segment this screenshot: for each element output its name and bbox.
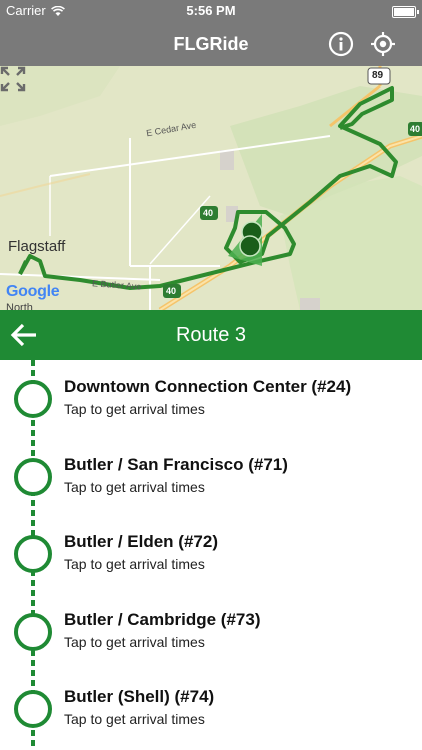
stop-subtitle: Tap to get arrival times — [64, 556, 205, 572]
expand-icon[interactable] — [0, 66, 26, 92]
stop-item[interactable]: Butler / San Francisco (#71) Tap to get … — [0, 438, 422, 515]
highway-shield-40a: 40 — [203, 208, 214, 218]
stop-name: Butler (Shell) (#74) — [64, 687, 215, 706]
stop-subtitle: Tap to get arrival times — [64, 479, 205, 495]
stop-name: Downtown Connection Center (#24) — [64, 377, 352, 396]
stop-marker-icon — [14, 458, 52, 496]
map-canvas[interactable] — [0, 66, 422, 310]
stop-subtitle: Tap to get arrival times — [64, 711, 205, 727]
route-header: Route 3 — [0, 310, 422, 360]
stop-marker-icon — [14, 613, 52, 651]
crosshair-icon[interactable] — [370, 31, 396, 57]
stop-item[interactable]: Downtown Connection Center (#24) Tap to … — [0, 360, 422, 437]
stop-list[interactable]: Downtown Connection Center (#24) Tap to … — [0, 360, 422, 750]
highway-shield-40c: 40 — [410, 124, 421, 134]
highway-shield-89: 89 — [372, 70, 384, 81]
stop-name: Butler / Cambridge (#73) — [64, 610, 261, 629]
stop-subtitle: Tap to get arrival times — [64, 401, 205, 417]
stop-item[interactable]: Butler / Cambridge (#73) Tap to get arri… — [0, 593, 422, 670]
route-map[interactable]: 89 40 40 40 E Cedar Ave E Butler Ave Nor… — [0, 66, 422, 310]
battery-icon — [392, 6, 419, 18]
info-icon[interactable] — [328, 31, 354, 57]
highway-shield-40b: 40 — [166, 286, 177, 296]
status-bar: Carrier 5:56 PM — [0, 0, 422, 22]
stop-marker-icon — [14, 535, 52, 573]
top-bar: Carrier 5:56 PM FLGRide — [0, 0, 422, 66]
app-title: FLGRide — [173, 34, 249, 54]
stop-item[interactable]: Butler (Shell) (#74) Tap to get arrival … — [0, 670, 422, 747]
stop-subtitle: Tap to get arrival times — [64, 634, 205, 650]
stop-item[interactable]: Butler / Elden (#72) Tap to get arrival … — [0, 515, 422, 592]
status-time: 5:56 PM — [186, 3, 236, 18]
stop-name: Butler / San Francisco (#71) — [64, 455, 288, 474]
google-logo: Google — [6, 283, 60, 300]
stop-marker-icon — [14, 380, 52, 418]
road-label-north: North — [6, 302, 33, 310]
route-title: Route 3 — [175, 324, 247, 346]
city-label: Flagstaff — [8, 238, 66, 255]
stop-name: Butler / Elden (#72) — [64, 532, 218, 551]
stop-marker-icon — [14, 690, 52, 728]
